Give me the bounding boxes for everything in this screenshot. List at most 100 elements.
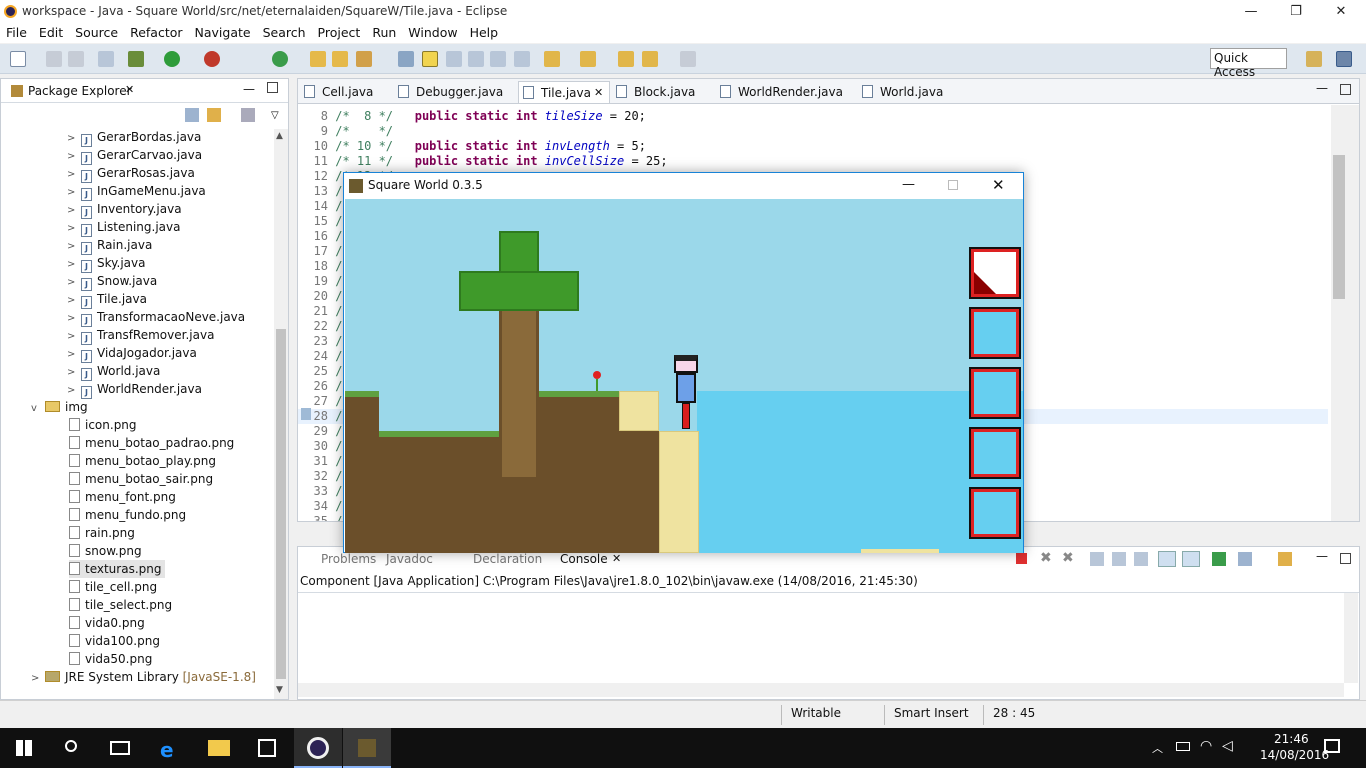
- image-file-item[interactable]: menu_botao_padrao.png: [69, 434, 234, 452]
- clear-console-icon[interactable]: [1090, 552, 1104, 566]
- volume-icon[interactable]: ◁: [1222, 738, 1233, 754]
- game-canvas[interactable]: [345, 199, 1023, 553]
- java-file-item[interactable]: > J Sky.java: [67, 254, 146, 273]
- pin-editor-icon[interactable]: [514, 51, 530, 67]
- close-tab-icon[interactable]: ✕: [594, 82, 603, 104]
- menu-project[interactable]: Project: [312, 23, 367, 40]
- console-hscrollbar[interactable]: [298, 683, 1344, 697]
- close-console-icon[interactable]: ✕: [612, 552, 621, 565]
- java-file-item[interactable]: > J TransformacaoNeve.java: [67, 308, 245, 327]
- forward-icon[interactable]: [680, 51, 696, 67]
- minimize-console-icon[interactable]: —: [1316, 549, 1328, 563]
- collapse-all-icon[interactable]: [185, 108, 199, 122]
- expand-arrow-icon[interactable]: >: [31, 670, 45, 688]
- save-all-icon[interactable]: [68, 51, 84, 67]
- image-file-item[interactable]: icon.png: [69, 416, 137, 434]
- close-button[interactable]: ✕: [1318, 0, 1364, 23]
- scroll-down-icon[interactable]: ▼: [276, 685, 283, 695]
- block-selection-icon[interactable]: [468, 51, 484, 67]
- new-icon[interactable]: [10, 51, 26, 67]
- show-stdout-icon[interactable]: [1158, 551, 1176, 567]
- tab-javadoc[interactable]: Javadoc: [386, 552, 433, 566]
- show-stderr-icon[interactable]: [1182, 551, 1200, 567]
- image-file-item[interactable]: rain.png: [69, 524, 135, 542]
- search-icon[interactable]: [356, 51, 372, 67]
- java-file-item[interactable]: > J InGameMenu.java: [67, 182, 206, 201]
- java-perspective-icon[interactable]: [1336, 51, 1352, 67]
- java-file-item[interactable]: > J GerarBordas.java: [67, 128, 201, 147]
- java-file-item[interactable]: > J Rain.java: [67, 236, 152, 255]
- menu-navigate[interactable]: Navigate: [189, 23, 257, 40]
- game-minimize-button[interactable]: —: [902, 177, 915, 192]
- previous-annotation-icon[interactable]: [580, 51, 596, 67]
- inventory-slot[interactable]: [969, 367, 1021, 419]
- maximize-console-icon[interactable]: [1340, 553, 1351, 564]
- inventory-slot[interactable]: [969, 487, 1021, 539]
- java-file-item[interactable]: > J TransfRemover.java: [67, 326, 214, 345]
- img-folder-item[interactable]: v img: [31, 398, 88, 416]
- scroll-up-icon[interactable]: ▲: [276, 131, 283, 141]
- new-java-class-icon[interactable]: [272, 51, 288, 67]
- open-type-icon[interactable]: [310, 51, 326, 67]
- java-file-item[interactable]: > J GerarCarvao.java: [67, 146, 202, 165]
- run-external-icon[interactable]: [204, 51, 220, 67]
- image-file-item[interactable]: menu_font.png: [69, 488, 176, 506]
- open-console-icon[interactable]: [1278, 552, 1292, 566]
- inventory-slot[interactable]: [969, 307, 1021, 359]
- skip-breakpoints-icon[interactable]: [98, 51, 114, 67]
- clock-time[interactable]: 21:46: [1274, 732, 1309, 746]
- tab-world[interactable]: World.java: [858, 81, 958, 103]
- back-icon[interactable]: [642, 51, 658, 67]
- battery-icon[interactable]: [1176, 742, 1190, 751]
- wifi-icon[interactable]: ◠: [1200, 738, 1212, 754]
- image-file-item[interactable]: vida50.png: [69, 650, 152, 668]
- image-file-item[interactable]: texturas.png: [69, 560, 166, 578]
- tab-console[interactable]: Console: [560, 552, 608, 566]
- game-close-button[interactable]: ✕: [992, 176, 1005, 194]
- game-maximize-button[interactable]: [948, 180, 958, 190]
- tree-scrollbar-thumb[interactable]: [276, 329, 286, 679]
- save-icon[interactable]: [46, 51, 62, 67]
- java-file-item[interactable]: > J Tile.java: [67, 290, 147, 309]
- restore-button[interactable]: ❐: [1273, 0, 1319, 23]
- java-file-item[interactable]: > J Inventory.java: [67, 200, 182, 219]
- word-wrap-icon[interactable]: [446, 51, 462, 67]
- menu-source[interactable]: Source: [69, 23, 124, 40]
- link-editor-icon[interactable]: [207, 108, 221, 122]
- tab-tile[interactable]: Tile.java ✕: [518, 81, 610, 103]
- run-icon[interactable]: [164, 51, 180, 67]
- image-file-item[interactable]: snow.png: [69, 542, 142, 560]
- view-menu-chevron-icon[interactable]: ▽: [271, 110, 279, 121]
- remove-launch-icon[interactable]: ✖: [1040, 550, 1052, 566]
- minimize-editor-icon[interactable]: —: [1316, 81, 1328, 95]
- menu-run[interactable]: Run: [366, 23, 402, 40]
- eclipse-taskbar-button[interactable]: [294, 728, 342, 768]
- pin-console-icon[interactable]: [1212, 552, 1226, 566]
- image-file-item[interactable]: tile_select.png: [69, 596, 172, 614]
- java-file-item[interactable]: > J GerarRosas.java: [67, 164, 195, 183]
- clock-date[interactable]: 14/08/2016: [1260, 748, 1329, 762]
- editor-scrollbar[interactable]: [1331, 105, 1359, 521]
- tab-debugger[interactable]: Debugger.java: [394, 81, 514, 103]
- search-button[interactable]: [48, 728, 96, 768]
- java-file-item[interactable]: > J VidaJogador.java: [67, 344, 197, 363]
- task-view-button[interactable]: [96, 728, 144, 768]
- store-button[interactable]: [243, 728, 291, 768]
- close-view-icon[interactable]: ✕: [125, 83, 134, 96]
- minimize-view-icon[interactable]: —: [243, 82, 255, 96]
- start-button[interactable]: [0, 728, 48, 768]
- inventory-slot[interactable]: [969, 247, 1021, 299]
- java-file-item[interactable]: > J Listening.java: [67, 218, 180, 237]
- image-file-item[interactable]: tile_cell.png: [69, 578, 157, 596]
- word-wrap-console-icon[interactable]: [1134, 552, 1148, 566]
- remove-all-icon[interactable]: ✖: [1062, 550, 1074, 566]
- inventory-slot[interactable]: [969, 427, 1021, 479]
- tab-declaration[interactable]: Declaration: [473, 552, 542, 566]
- menu-help[interactable]: Help: [464, 23, 505, 40]
- next-annotation-icon[interactable]: [544, 51, 560, 67]
- image-file-item[interactable]: menu_botao_play.png: [69, 452, 216, 470]
- image-file-item[interactable]: vida0.png: [69, 614, 145, 632]
- tray-chevron-icon[interactable]: ︿: [1152, 740, 1163, 756]
- maximize-editor-icon[interactable]: [1340, 84, 1351, 95]
- minimize-button[interactable]: —: [1228, 0, 1274, 23]
